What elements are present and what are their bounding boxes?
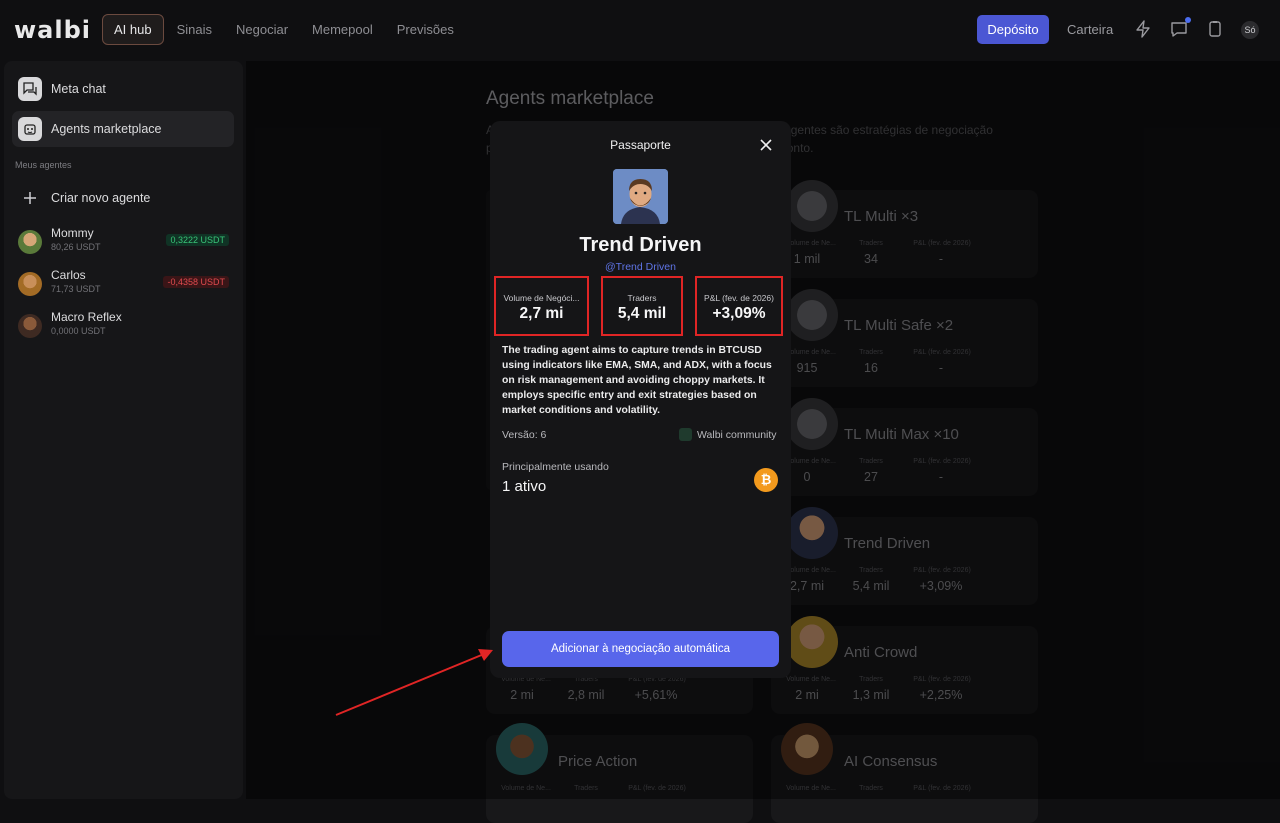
sidebar-item-meta-chat[interactable]: Meta chat xyxy=(12,71,234,107)
agent-name: Macro Reflex xyxy=(51,310,122,324)
nav-sinais[interactable]: Sinais xyxy=(166,14,223,45)
main-nav: AI hub Sinais Negociar Memepool Previsõe… xyxy=(102,14,467,45)
chat-icon[interactable] xyxy=(1170,20,1188,38)
agent-item-mommy[interactable]: Mommy 80,26 USDT 0,3222 USDT xyxy=(18,226,233,260)
agent-balance: 0,0000 USDT xyxy=(51,326,106,336)
nav-ai-hub[interactable]: AI hub xyxy=(102,14,164,45)
passport-modal: Passaporte Trend Driven @Trend Driven Vo… xyxy=(490,121,791,678)
sidebar: Meta chat Agents marketplace Meus agente… xyxy=(4,61,243,799)
nav-negociar[interactable]: Negociar xyxy=(225,14,299,45)
lightning-icon[interactable] xyxy=(1134,20,1152,38)
clipboard-icon[interactable] xyxy=(1206,20,1224,38)
agent-item-macro-reflex[interactable]: Macro Reflex 0,0000 USDT xyxy=(18,310,233,344)
community-link[interactable]: Walbi community xyxy=(679,428,777,441)
walbi-logo[interactable]: walbi xyxy=(14,16,91,44)
wallet-link[interactable]: Carteira xyxy=(1067,22,1113,37)
nav-previsoes[interactable]: Previsões xyxy=(386,14,465,45)
community-label: Walbi community xyxy=(697,428,777,441)
agent-description: The trading agent aims to capture trends… xyxy=(502,345,772,416)
modal-title: Passaporte xyxy=(610,138,671,152)
add-to-autotrading-button[interactable]: Adicionar à negociação automática xyxy=(502,631,779,667)
user-avatar[interactable]: Só xyxy=(1241,21,1259,39)
stat-volume: Volume de Negóci... 2,7 mi xyxy=(494,276,589,336)
stat-pnl: P&L (fev. de 2026) +3,09% xyxy=(695,276,783,336)
mainly-using-value: 1 ativo xyxy=(502,478,547,495)
agent-avatar xyxy=(18,230,42,254)
close-icon[interactable] xyxy=(759,138,773,152)
stat-value: 2,7 mi xyxy=(519,305,564,322)
my-agents-heading: Meus agentes xyxy=(15,160,72,170)
deposit-button[interactable]: Depósito xyxy=(977,15,1049,44)
notification-dot xyxy=(1185,17,1191,23)
agent-avatar xyxy=(613,169,668,224)
agent-handle[interactable]: @Trend Driven xyxy=(490,261,791,273)
sidebar-item-label: Meta chat xyxy=(51,82,106,96)
stat-value: 5,4 mil xyxy=(617,305,667,322)
agent-name: Trend Driven xyxy=(579,234,702,256)
agent-balance: 71,73 USDT xyxy=(51,284,101,294)
top-bar: walbi AI hub Sinais Negociar Memepool Pr… xyxy=(0,0,1280,60)
agent-pnl-badge: 0,3222 USDT xyxy=(166,234,229,246)
nav-memepool[interactable]: Memepool xyxy=(301,14,384,45)
stat-label: Volume de Negóci... xyxy=(503,293,580,303)
stat-label: P&L (fev. de 2026) xyxy=(704,293,774,303)
sidebar-item-agents-marketplace[interactable]: Agents marketplace xyxy=(12,111,234,147)
agent-version: Versão: 6 xyxy=(502,429,547,441)
agent-name: Carlos xyxy=(51,268,86,282)
plus-icon xyxy=(24,192,36,204)
stat-traders: Traders 5,4 mil xyxy=(601,276,683,336)
mainly-using-label: Principalmente usando xyxy=(502,461,609,473)
bitcoin-icon: ₿ xyxy=(754,468,778,492)
chat-bubbles-icon xyxy=(18,77,42,101)
robot-face-icon xyxy=(18,117,42,141)
agent-item-carlos[interactable]: Carlos 71,73 USDT -0,4358 USDT xyxy=(18,268,233,302)
stat-label: Traders xyxy=(627,293,657,303)
agent-avatar xyxy=(18,272,42,296)
sidebar-item-label: Agents marketplace xyxy=(51,122,162,136)
community-icon xyxy=(679,428,692,441)
create-agent-label: Criar novo agente xyxy=(51,191,151,205)
create-agent-button[interactable]: Criar novo agente xyxy=(12,180,234,216)
agent-avatar xyxy=(18,314,42,338)
agent-balance: 80,26 USDT xyxy=(51,242,101,252)
stat-value: +3,09% xyxy=(712,305,766,322)
agent-pnl-badge: -0,4358 USDT xyxy=(163,276,229,288)
agent-name: Mommy xyxy=(51,226,94,240)
